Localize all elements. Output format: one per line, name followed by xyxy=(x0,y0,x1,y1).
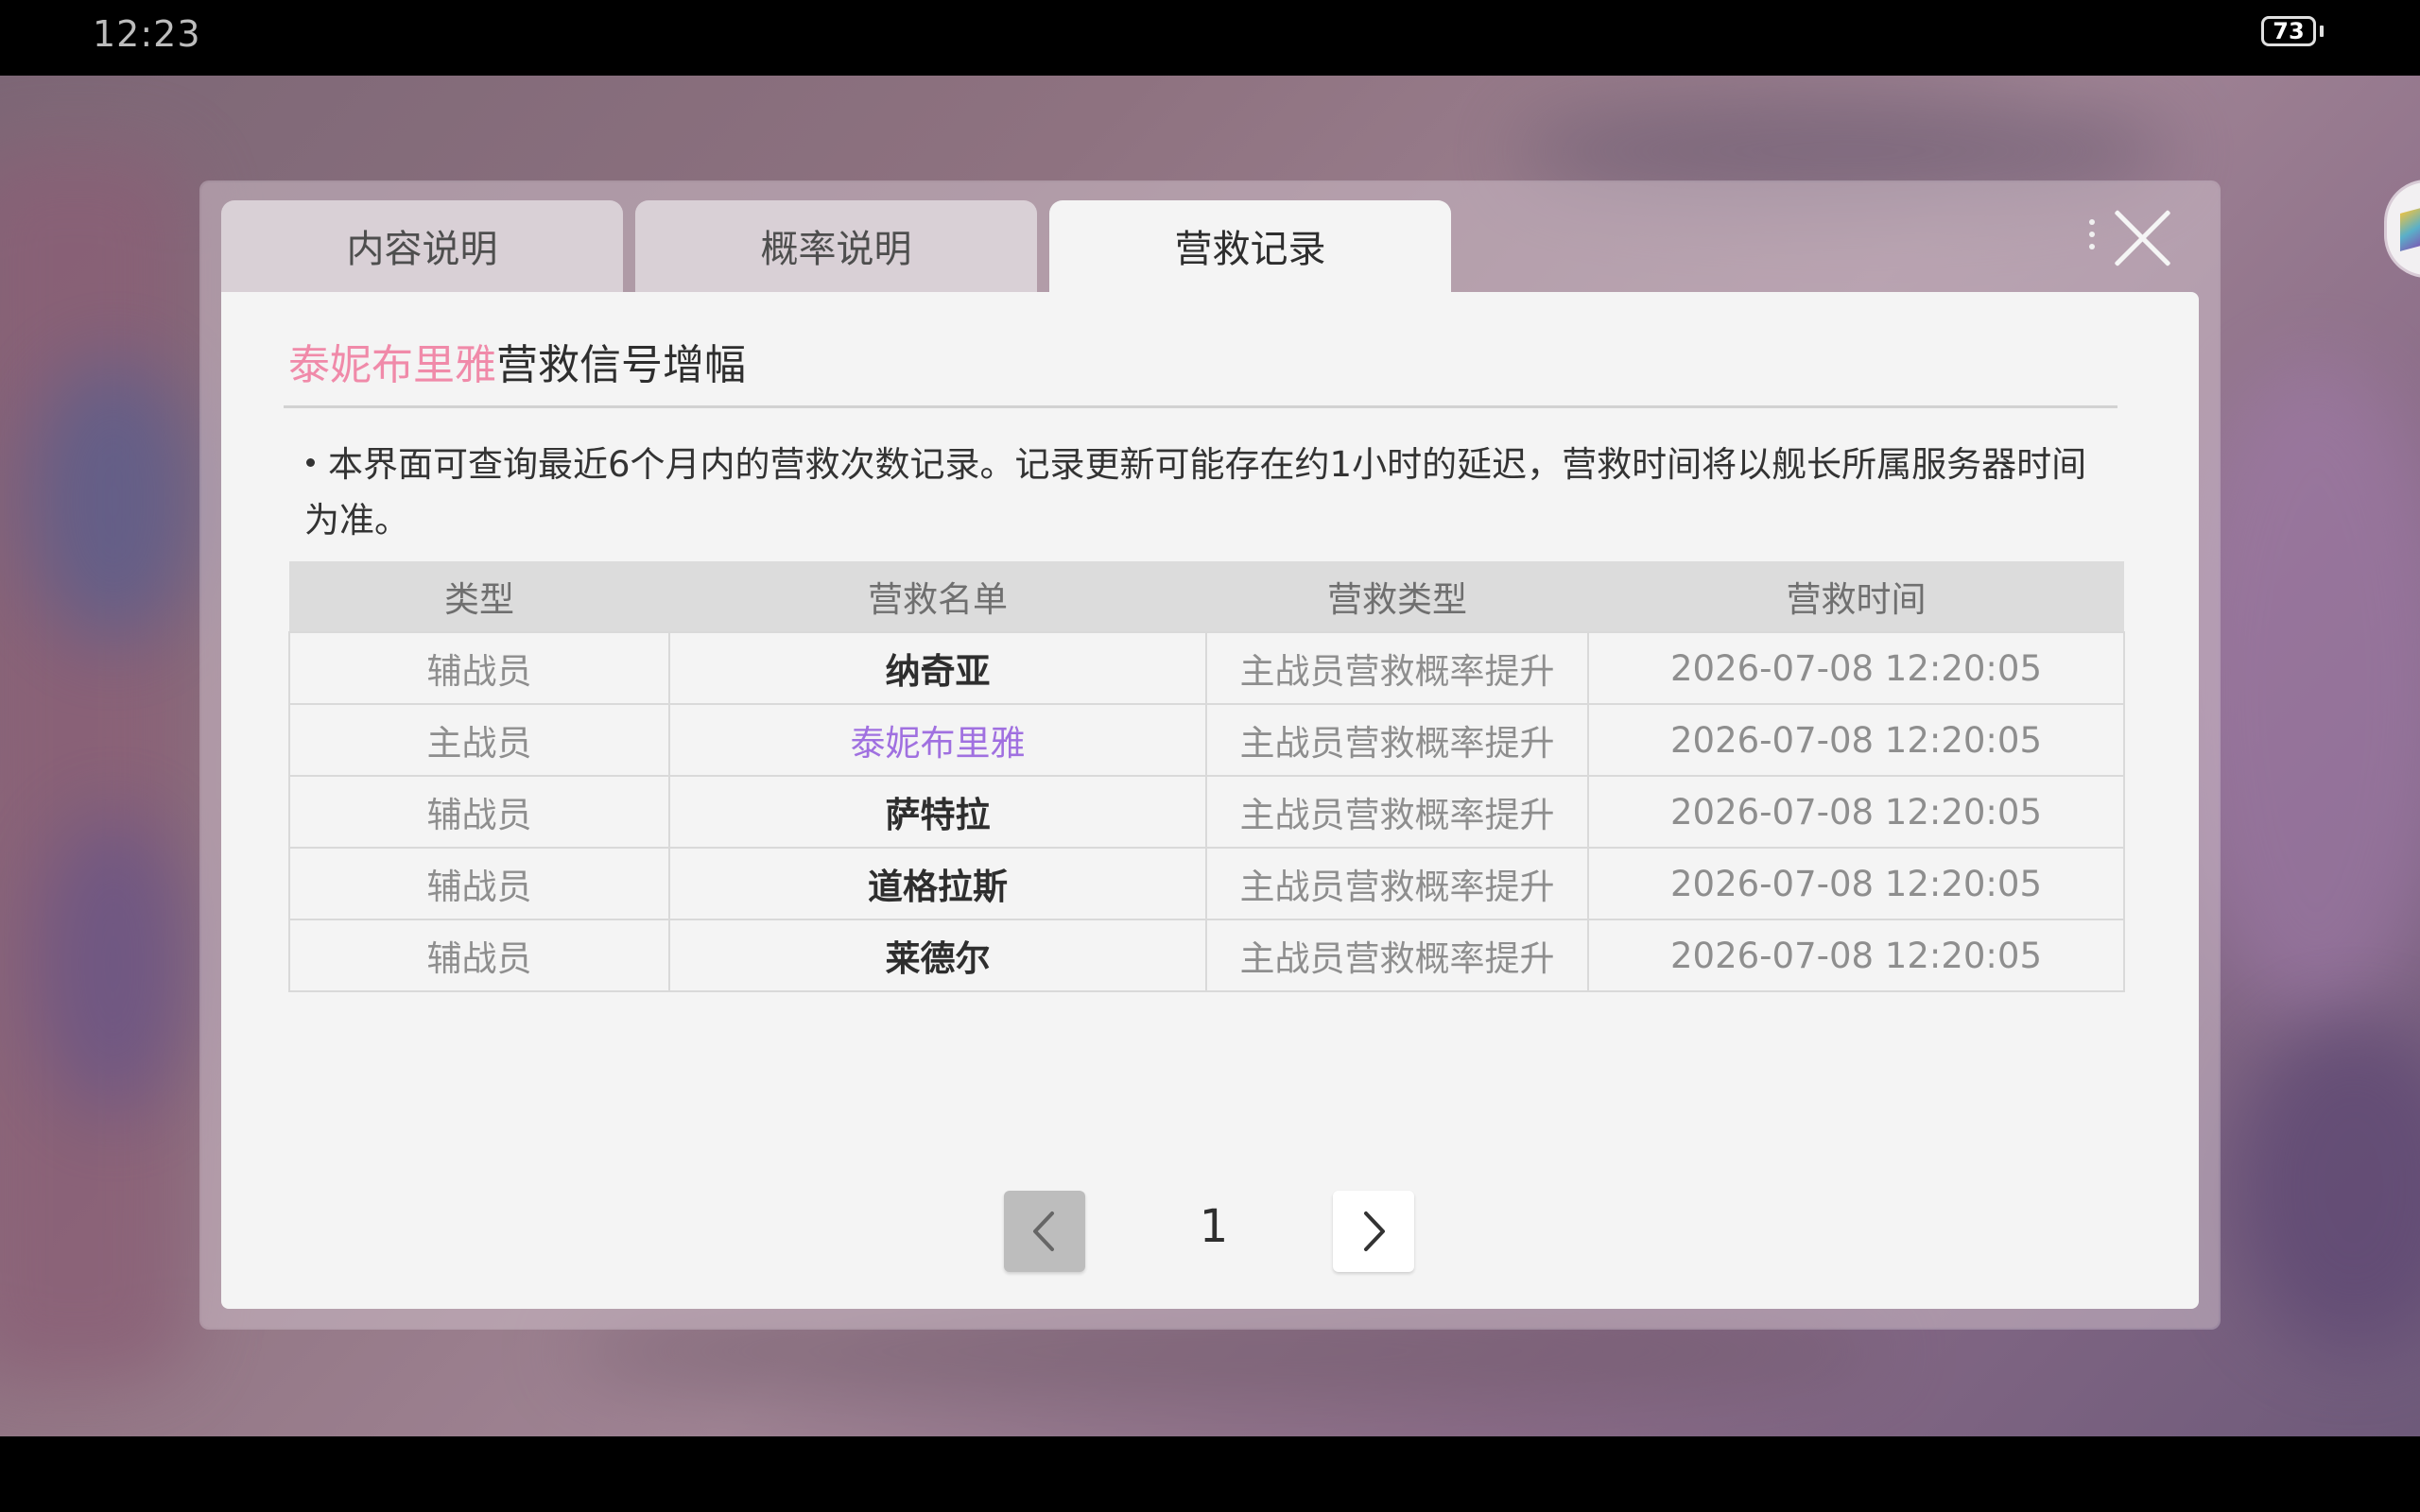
cell-type: 辅战员 xyxy=(288,847,670,920)
notice-text: 本界面可查询最近6个月内的营救次数记录。记录更新可能存在约1小时的延迟，营救时间… xyxy=(304,437,2100,548)
title-divider xyxy=(284,405,2118,408)
header-type: 类型 xyxy=(289,561,669,632)
cell-name: 莱德尔 xyxy=(668,919,1207,992)
cell-rescue-type: 主战员营救概率提升 xyxy=(1205,775,1589,849)
cell-rescue-type: 主战员营救概率提升 xyxy=(1205,919,1589,992)
header-time: 营救时间 xyxy=(1588,561,2124,632)
close-icon[interactable] xyxy=(2112,208,2172,268)
battery-tip xyxy=(2320,26,2324,37)
title-rest: 营救信号增幅 xyxy=(496,341,746,389)
cell-time: 2026-07-08 12:20:05 xyxy=(1587,631,2125,705)
tab-content-description[interactable]: 内容说明 xyxy=(221,200,623,293)
header-name: 营救名单 xyxy=(669,561,1206,632)
header-rescue-type: 营救类型 xyxy=(1206,561,1588,632)
tab-probability-description[interactable]: 概率说明 xyxy=(635,200,1037,293)
cell-time: 2026-07-08 12:20:05 xyxy=(1587,703,2125,777)
next-page-button[interactable] xyxy=(1333,1191,1414,1272)
status-time: 12:23 xyxy=(93,13,201,55)
chevron-right-icon xyxy=(1364,1211,1385,1251)
cell-rescue-type: 主战员营救概率提升 xyxy=(1205,703,1589,777)
cell-type: 辅战员 xyxy=(288,631,670,705)
notice-body: 本界面可查询最近6个月内的营救次数记录。记录更新可能存在约1小时的延迟，营救时间… xyxy=(304,444,2087,541)
cell-name: 纳奇亚 xyxy=(668,631,1207,705)
battery-icon: 73 xyxy=(2261,16,2316,46)
cell-type: 辅战员 xyxy=(288,919,670,992)
status-bar: 12:23 73 xyxy=(0,0,2420,76)
records-table: 类型 营救名单 营救类型 营救时间 辅战员 纳奇亚 主战员营救概率提升 2026… xyxy=(288,561,2125,992)
table-header-row: 类型 营救名单 营救类型 营救时间 xyxy=(289,561,2124,632)
title-highlight: 泰妮布里雅 xyxy=(288,341,496,389)
tab-rescue-records[interactable]: 营救记录 xyxy=(1049,200,1451,293)
cell-name: 道格拉斯 xyxy=(668,847,1207,920)
table-row: 主战员 泰妮布里雅 主战员营救概率提升 2026-07-08 12:20:05 xyxy=(288,703,2125,777)
cell-time: 2026-07-08 12:20:05 xyxy=(1587,919,2125,992)
chevron-left-icon xyxy=(1033,1211,1054,1251)
cell-rescue-type: 主战员营救概率提升 xyxy=(1205,631,1589,705)
prev-page-button[interactable] xyxy=(1004,1191,1085,1272)
table-row: 辅战员 纳奇亚 主战员营救概率提升 2026-07-08 12:20:05 xyxy=(288,631,2125,705)
cell-type: 辅战员 xyxy=(288,775,670,849)
table-row: 辅战员 道格拉斯 主战员营救概率提升 2026-07-08 12:20:05 xyxy=(288,847,2125,920)
cell-name: 萨特拉 xyxy=(668,775,1207,849)
cell-type: 主战员 xyxy=(288,703,670,777)
table-row: 辅战员 萨特拉 主战员营救概率提升 2026-07-08 12:20:05 xyxy=(288,775,2125,849)
side-button-icon xyxy=(2400,208,2420,251)
bullet-icon xyxy=(306,458,315,467)
bottom-bar xyxy=(0,1436,2420,1512)
cell-time: 2026-07-08 12:20:05 xyxy=(1587,847,2125,920)
cell-time: 2026-07-08 12:20:05 xyxy=(1587,775,2125,849)
table-row: 辅战员 莱德尔 主战员营救概率提升 2026-07-08 12:20:05 xyxy=(288,919,2125,992)
current-page-number: 1 xyxy=(1199,1200,1229,1253)
cell-name: 泰妮布里雅 xyxy=(668,703,1207,777)
cell-rescue-type: 主战员营救概率提升 xyxy=(1205,847,1589,920)
more-icon[interactable] xyxy=(2086,215,2098,261)
panel-title: 泰妮布里雅营救信号增幅 xyxy=(288,331,746,391)
